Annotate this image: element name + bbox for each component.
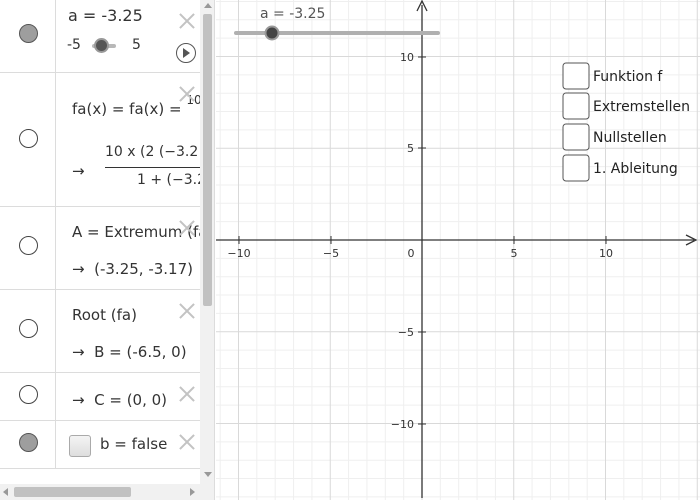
row-content: a = -3.25 -5 5 [57, 0, 200, 72]
arrow-icon: → [72, 391, 85, 409]
visibility-toggle-icon[interactable] [19, 319, 38, 338]
close-icon[interactable] [178, 385, 196, 403]
visibility-toggle-icon[interactable] [19, 385, 38, 404]
extremum-output: → (-3.25, -3.17) [72, 260, 193, 278]
close-icon[interactable] [178, 85, 196, 103]
extremum-value: (-3.25, -3.17) [94, 260, 193, 278]
y-tick-label: 10 [400, 51, 414, 64]
checkbox-1-ableitung[interactable] [562, 154, 590, 182]
x-tick-label: −10 [227, 247, 250, 260]
slider-min: -5 [67, 37, 81, 53]
arrow-icon: → [72, 343, 85, 361]
x-tick-label: −5 [323, 247, 339, 260]
x-tick-label: 10 [599, 247, 613, 260]
row-content: b = false [57, 421, 200, 468]
row-content: A = Extremum (fa → (-3.25, -3.17) [57, 207, 200, 289]
marble-column [0, 290, 56, 372]
point-c-output: → C = (0, 0) [72, 391, 167, 409]
marble-column [0, 0, 56, 72]
algebra-row-slider-a[interactable]: a = -3.25 -5 5 [0, 0, 200, 73]
algebra-view: a = -3.25 -5 5 fa(x) = fa(x) = 10 → 10 x… [0, 0, 215, 500]
slider-max: 5 [132, 37, 141, 53]
marble-column [0, 421, 56, 468]
play-icon[interactable] [176, 43, 196, 63]
graphics-slider-label: a = -3.25 [260, 6, 325, 22]
algebra-row-root[interactable]: Root (fa) → B = (-6.5, 0) [0, 290, 200, 373]
close-icon[interactable] [178, 433, 196, 451]
fraction-bar [105, 167, 200, 168]
arrow-icon: → [72, 260, 85, 278]
checkbox-nullstellen[interactable] [562, 123, 590, 151]
y-tick-label: −10 [391, 418, 414, 431]
root-value: B = (-6.5, 0) [94, 343, 187, 361]
checkbox-label-extremstellen: Extremstellen [593, 99, 690, 115]
scroll-right-arrow-icon[interactable] [190, 488, 195, 496]
row-content: fa(x) = fa(x) = 10 → 10 x (2 (−3.2 1 + (… [57, 73, 200, 206]
marble-column [0, 373, 56, 420]
root-definition[interactable]: Root (fa) [72, 306, 137, 324]
visibility-toggle-icon[interactable] [19, 433, 38, 452]
graphics-slider-knob[interactable] [264, 25, 280, 41]
y-tick-label: 5 [407, 142, 414, 155]
checkbox-label-1-ableitung: 1. Ableitung [593, 161, 678, 177]
scroll-up-arrow-icon[interactable] [204, 3, 212, 8]
algebra-row-boolean-b[interactable]: b = false [0, 421, 200, 469]
checkbox-label-nullstellen: Nullstellen [593, 130, 667, 146]
visibility-toggle-icon[interactable] [19, 236, 38, 255]
fraction-numerator: 10 x (2 (−3.2 [105, 144, 199, 160]
row-content: Root (fa) → B = (-6.5, 0) [57, 290, 200, 372]
slider-definition[interactable]: a = -3.25 [68, 6, 143, 25]
marble-column [0, 207, 56, 289]
y-tick-label: −5 [398, 326, 414, 339]
row-content: → C = (0, 0) [57, 373, 200, 420]
algebra-row-extremum[interactable]: A = Extremum (fa → (-3.25, -3.17) [0, 207, 200, 290]
algebra-vertical-scrollbar[interactable] [200, 0, 214, 484]
fraction-denominator: 1 + (−3.2 [137, 172, 200, 188]
root-output: → B = (-6.5, 0) [72, 343, 187, 361]
arrow-icon: → [72, 162, 85, 180]
coordinate-system[interactable]: −10 −5 0 5 10 10 5 −5 −10 a = -3.25 Funk… [216, 0, 700, 500]
checkbox-funktion-f[interactable] [562, 62, 590, 90]
origin-label: 0 [408, 247, 415, 260]
function-definition-text: fa(x) = fa(x) = [72, 100, 187, 118]
scroll-down-arrow-icon[interactable] [204, 472, 212, 477]
point-c-value: C = (0, 0) [94, 391, 168, 409]
boolean-checkbox[interactable] [69, 435, 91, 457]
algebra-row-function[interactable]: fa(x) = fa(x) = 10 → 10 x (2 (−3.2 1 + (… [0, 73, 200, 207]
scroll-left-arrow-icon[interactable] [3, 488, 8, 496]
scrollbar-thumb[interactable] [14, 487, 131, 497]
graphics-view[interactable]: −10 −5 0 5 10 10 5 −5 −10 a = -3.25 Funk… [216, 0, 700, 500]
close-icon[interactable] [178, 302, 196, 320]
mini-slider-knob[interactable] [94, 38, 109, 53]
scrollbar-thumb[interactable] [203, 14, 212, 306]
x-tick-label: 5 [511, 247, 518, 260]
boolean-label: b = false [100, 435, 168, 453]
visibility-toggle-icon[interactable] [19, 24, 38, 43]
checkbox-extremstellen[interactable] [562, 92, 590, 120]
algebra-row-point-c[interactable]: → C = (0, 0) [0, 373, 200, 421]
close-icon[interactable] [178, 219, 196, 237]
algebra-horizontal-scrollbar[interactable] [0, 484, 214, 500]
visibility-toggle-icon[interactable] [19, 129, 38, 148]
marble-column [0, 73, 56, 206]
checkbox-label-funktion-f: Funktion f [593, 69, 663, 85]
close-icon[interactable] [178, 12, 196, 30]
